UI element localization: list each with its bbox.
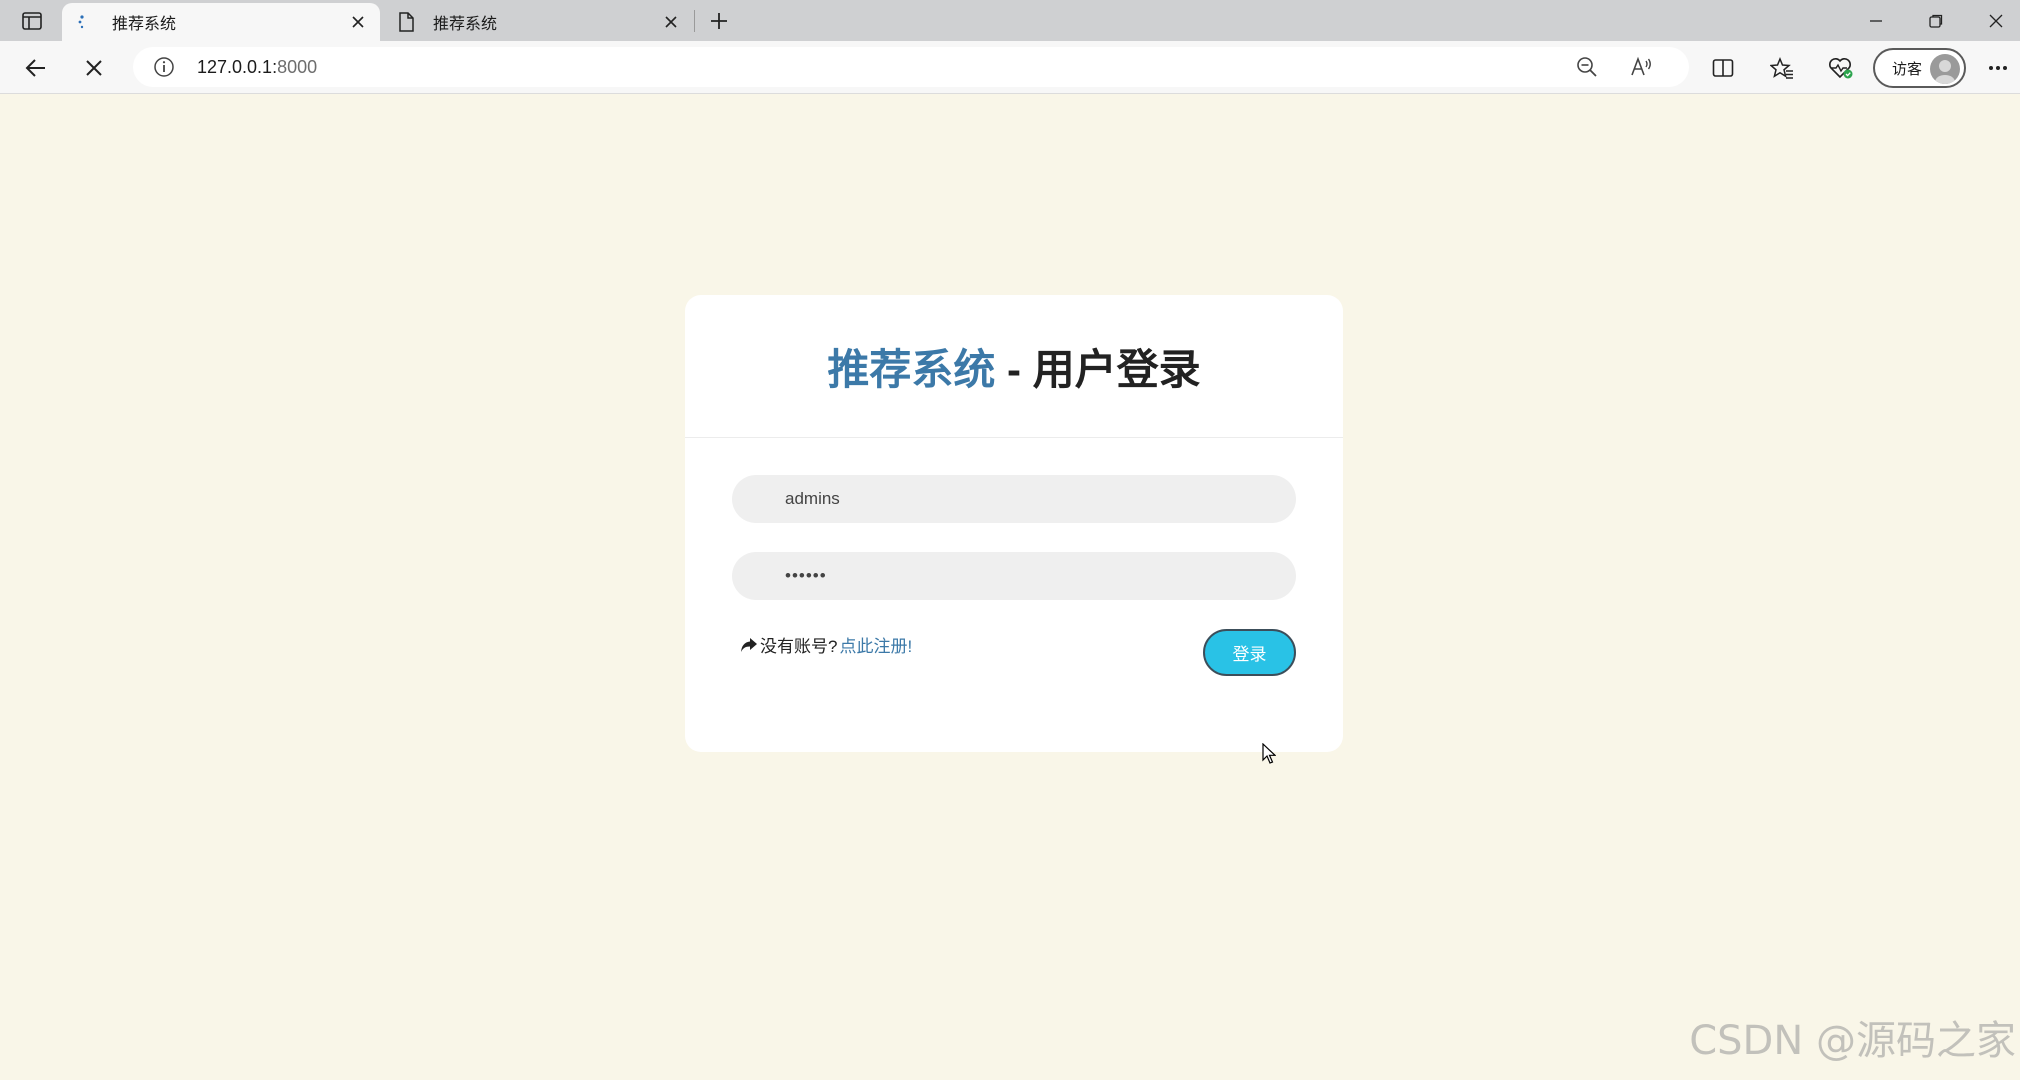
tab-title: 推荐系统 <box>433 16 498 33</box>
profile-label: 访客 <box>1892 60 1923 78</box>
tab-separator <box>694 10 695 32</box>
register-link[interactable]: 点此注册! <box>839 632 912 657</box>
password-input[interactable] <box>732 552 1296 600</box>
tab-title: 推荐系统 <box>112 16 177 33</box>
site-brand: 推荐系统 <box>827 345 996 393</box>
tab-active[interactable]: 推荐系统 <box>62 3 380 41</box>
avatar <box>1930 54 1960 84</box>
stop-loading-icon[interactable] <box>75 49 113 87</box>
tab-strip: 推荐系统 推荐系统 <box>0 0 2020 41</box>
mouse-cursor-icon <box>1262 743 1276 764</box>
address-bar[interactable]: 127.0.0.1:8000 <box>133 47 1689 87</box>
more-menu-icon[interactable] <box>1979 49 2017 87</box>
browser-toolbar: 127.0.0.1:8000 访客 <box>0 41 2020 94</box>
login-card-header: 推荐系统 - 用户登录 <box>685 295 1343 438</box>
tab-inactive[interactable]: 推荐系统 <box>383 3 693 41</box>
share-arrow-icon <box>741 637 757 652</box>
username-input[interactable] <box>732 475 1296 523</box>
page-viewport: 推荐系统 - 用户登录 没有账号? 点此注册! 登录 CSDN @源码之家 <box>0 95 2020 1080</box>
title-suffix: - 用户登录 <box>995 345 1201 393</box>
page-icon <box>395 11 417 33</box>
url-text: 127.0.0.1:8000 <box>197 57 318 77</box>
minimize-icon[interactable] <box>1853 4 1899 38</box>
heart-pulse-icon[interactable] <box>1822 49 1860 87</box>
back-arrow-icon[interactable] <box>17 49 55 87</box>
new-tab-icon[interactable] <box>704 6 734 36</box>
page-title: 推荐系统 - 用户登录 <box>827 336 1200 397</box>
zoom-out-icon[interactable] <box>1575 55 1599 79</box>
register-prompt: 没有账号? 点此注册! <box>740 632 912 657</box>
tab-actions-icon[interactable] <box>14 8 50 34</box>
info-icon[interactable] <box>153 56 175 78</box>
login-button[interactable]: 登录 <box>1203 629 1296 676</box>
watermark: CSDN @源码之家 <box>1689 1018 2016 1064</box>
window-close-icon[interactable] <box>1973 4 2019 38</box>
register-prompt-text: 没有账号? <box>760 637 838 656</box>
loading-favicon-icon <box>74 11 96 33</box>
tab-close-icon[interactable] <box>657 8 685 36</box>
restore-icon[interactable] <box>1913 4 1959 38</box>
favorites-icon[interactable] <box>1763 49 1801 87</box>
tab-close-icon[interactable] <box>344 8 372 36</box>
split-screen-icon[interactable] <box>1704 49 1742 87</box>
read-aloud-icon[interactable] <box>1629 55 1653 79</box>
login-card: 推荐系统 - 用户登录 没有账号? 点此注册! 登录 <box>685 295 1343 752</box>
profile-button[interactable]: 访客 <box>1873 48 1966 88</box>
